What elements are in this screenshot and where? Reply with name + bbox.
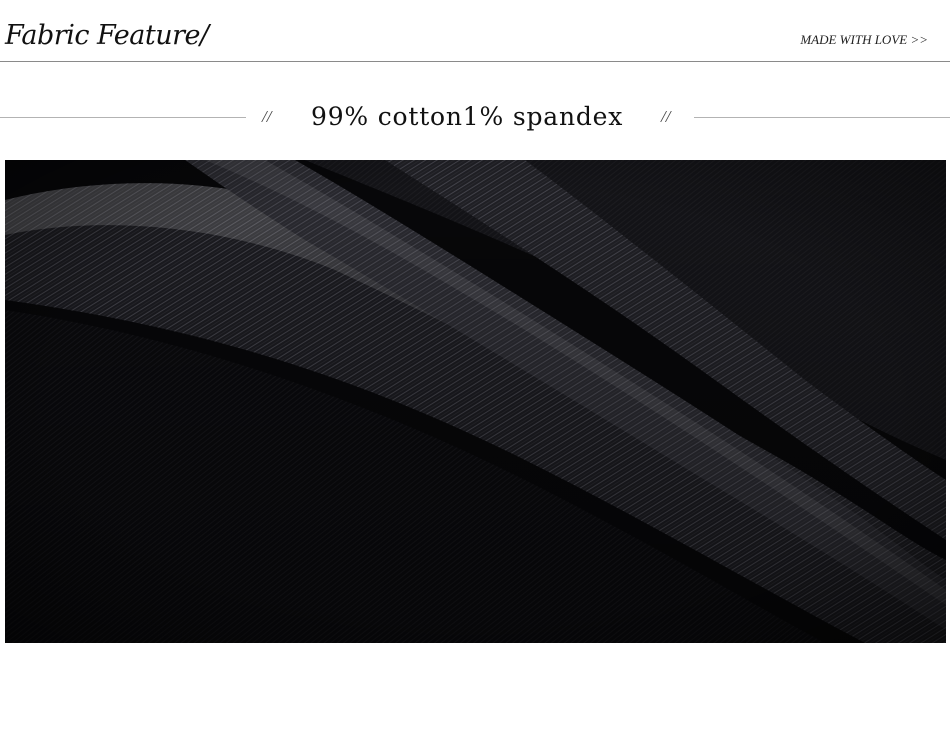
right-divider xyxy=(694,117,950,118)
right-slashes: // xyxy=(661,107,671,126)
page-title: Fabric Feature/ xyxy=(5,20,209,51)
denim-texture-image xyxy=(5,160,946,643)
left-slashes: // xyxy=(262,107,272,126)
material-composition: 99% cotton1% spandex xyxy=(311,102,624,131)
tagline-link[interactable]: MADE WITH LOVE >> xyxy=(800,31,928,49)
left-divider xyxy=(0,117,246,118)
material-banner: // 99% cotton1% spandex // xyxy=(0,96,950,140)
fabric-photo xyxy=(5,160,946,643)
header-bar: Fabric Feature/ MADE WITH LOVE >> xyxy=(0,0,950,62)
